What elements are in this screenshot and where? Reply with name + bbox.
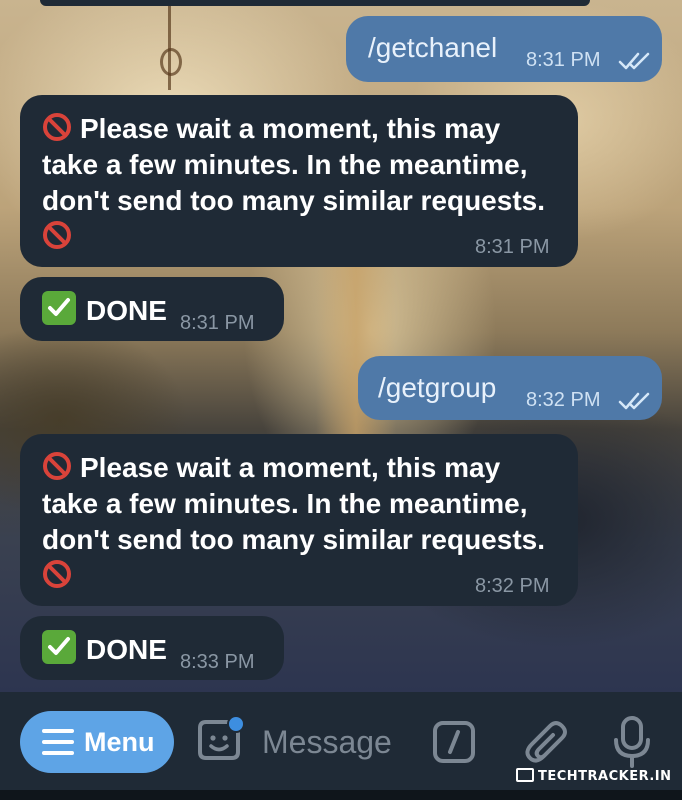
message-time: 8:31 PM bbox=[526, 49, 601, 71]
outgoing-message-getchanel[interactable]: /getchanel 8:31 PM bbox=[346, 16, 662, 82]
slash-command-icon[interactable] bbox=[432, 720, 476, 764]
message-text: /getchanel bbox=[368, 32, 498, 63]
message-time: 8:32 PM bbox=[526, 389, 601, 411]
message-time: 8:31 PM bbox=[180, 312, 255, 334]
menu-button-label: Menu bbox=[84, 727, 155, 757]
wallpaper-rope bbox=[168, 0, 182, 90]
message-text: DONE bbox=[42, 291, 167, 329]
incoming-message-wait-notice[interactable]: Please wait a moment, this may take a fe… bbox=[20, 95, 578, 267]
message-line-1: Please wait a moment, this may bbox=[42, 450, 545, 486]
message-time: 8:32 PM bbox=[475, 575, 550, 597]
watermark-logo-icon bbox=[516, 768, 534, 782]
message-text: DONE bbox=[42, 630, 167, 668]
no-entry-emoji bbox=[43, 452, 71, 480]
message-time: 8:31 PM bbox=[475, 236, 550, 258]
incoming-message-done[interactable]: DONE 8:31 PM bbox=[20, 277, 284, 341]
check-mark-button-emoji bbox=[42, 291, 76, 325]
system-navigation-strip bbox=[0, 790, 682, 800]
wallpaper-hook bbox=[160, 48, 182, 76]
message-text: /getgroup bbox=[378, 372, 497, 403]
hamburger-icon bbox=[42, 729, 74, 755]
menu-button[interactable]: Menu bbox=[20, 711, 174, 773]
message-line-2: take a few minutes. In the meantime, bbox=[42, 149, 528, 180]
watermark: TECHTRACKER.IN bbox=[516, 767, 672, 787]
double-check-icon bbox=[618, 392, 650, 410]
microphone-icon[interactable] bbox=[612, 716, 652, 768]
message-line-3: don't send too many similar requests. bbox=[42, 524, 545, 555]
message-line-4 bbox=[42, 558, 545, 594]
outgoing-message-getgroup[interactable]: /getgroup 8:32 PM bbox=[358, 356, 662, 420]
check-mark-button-emoji bbox=[42, 630, 76, 664]
double-check-icon bbox=[618, 52, 650, 70]
no-entry-emoji bbox=[43, 221, 71, 249]
paperclip-icon[interactable] bbox=[524, 718, 570, 768]
no-entry-emoji bbox=[43, 113, 71, 141]
message-composer-bar: Menu TECHTRACKER.IN bbox=[0, 692, 682, 800]
sticker-icon[interactable] bbox=[196, 716, 244, 764]
message-line-3: don't send too many similar requests. bbox=[42, 185, 545, 216]
message-line-4 bbox=[42, 219, 545, 255]
message-time: 8:33 PM bbox=[180, 651, 255, 673]
wallpaper-pillar bbox=[316, 250, 396, 450]
incoming-message-done[interactable]: DONE 8:33 PM bbox=[20, 616, 284, 680]
previous-message-edge bbox=[40, 0, 590, 6]
message-input[interactable] bbox=[262, 718, 422, 766]
message-line-1: Please wait a moment, this may bbox=[42, 111, 545, 147]
watermark-text: TECHTRACKER.IN bbox=[538, 769, 672, 784]
no-entry-emoji bbox=[43, 560, 71, 588]
message-line-2: take a few minutes. In the meantime, bbox=[42, 488, 528, 519]
incoming-message-wait-notice[interactable]: Please wait a moment, this may take a fe… bbox=[20, 434, 578, 606]
